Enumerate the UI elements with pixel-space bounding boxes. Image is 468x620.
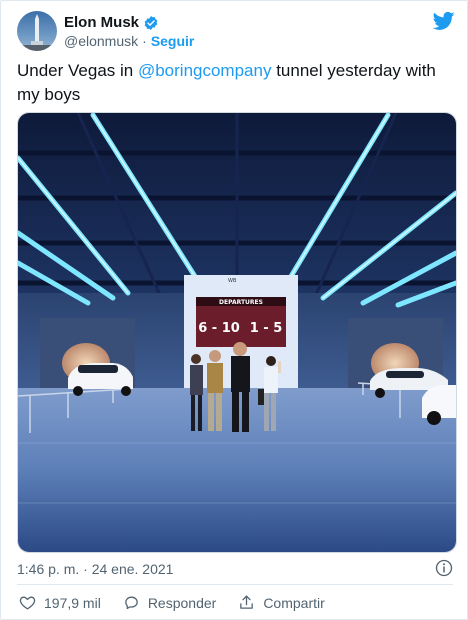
follow-button[interactable]: Seguir [151,33,195,49]
heart-icon [19,596,36,610]
like-button[interactable]: 197,9 mil [19,594,101,611]
departures-right: 1 - 5 [250,321,283,336]
twitter-bird-icon[interactable] [432,11,455,31]
tweet-photo[interactable]: WB DEPARTURES 6 - 10 1 - 5 [17,112,457,553]
mention-link[interactable]: @boringcompany [138,61,272,80]
reply-button[interactable]: Responder [123,594,217,611]
author-handle[interactable]: @elonmusk [64,33,138,49]
tweet-timestamp[interactable]: 1:46 p. m. · 24 ene. 2021 [17,561,173,577]
departures-left: 6 - 10 [198,321,240,336]
actions-divider [17,584,453,585]
like-count: 197,9 mil [44,594,101,611]
departures-title: DEPARTURES [219,299,263,306]
handle-separator: · [142,33,147,49]
info-icon[interactable] [435,559,453,577]
tweet-card: Elon Musk @elonmusk · Seguir Under Vegas… [0,0,468,620]
reply-bubble-icon [125,596,138,610]
avatar[interactable] [17,11,57,51]
portal-sign-small: WB [228,278,237,284]
tweet-text: Under Vegas in @boringcompany tunnel yes… [17,59,447,107]
share-icon [240,595,254,609]
tweet-actions: 197,9 mil Responder Compartir [19,594,347,611]
tweet-text-start: Under Vegas in [17,61,138,80]
share-button[interactable]: Compartir [238,594,325,611]
share-label: Compartir [263,594,325,611]
author-handle-row: @elonmusk · Seguir [64,33,194,49]
author-display-name[interactable]: Elon Musk [64,14,139,31]
reply-label: Responder [147,594,217,611]
verified-badge-icon [143,15,159,31]
author-name-row: Elon Musk [64,14,159,31]
